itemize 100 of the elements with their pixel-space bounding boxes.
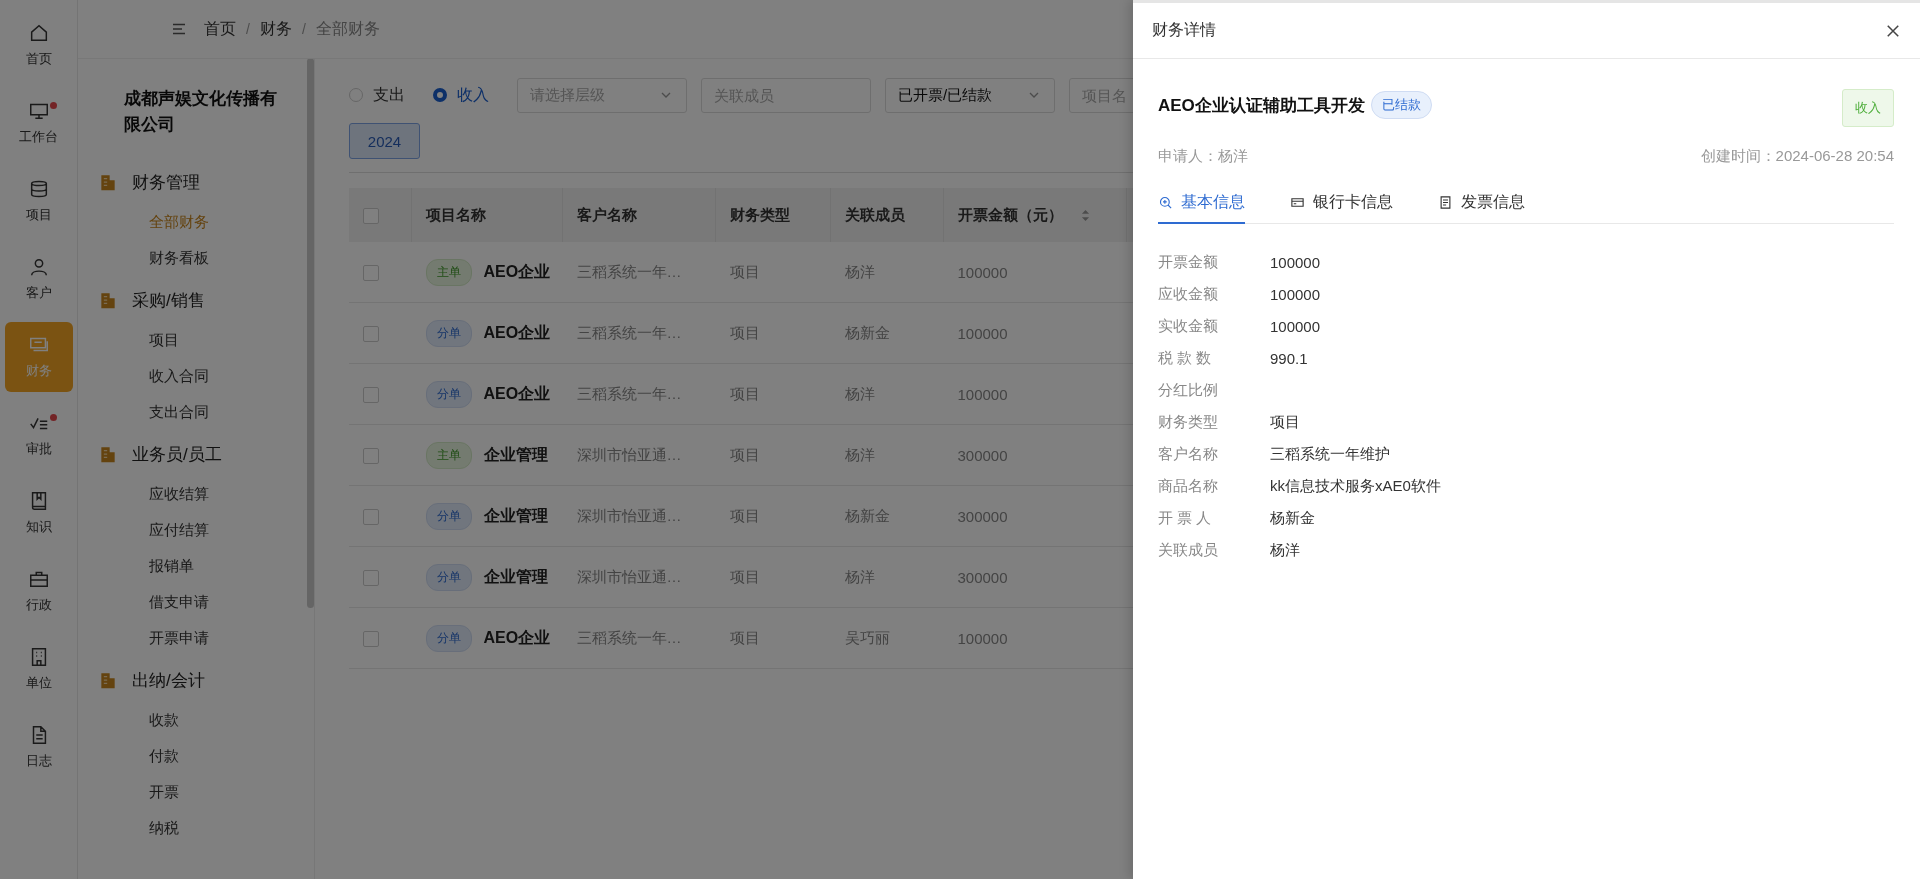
project-name[interactable]: 企业管理 <box>483 444 548 466</box>
project-name[interactable]: AEO企业 <box>483 261 551 283</box>
sidebar-item[interactable]: 应付结算 <box>149 512 209 548</box>
sidebar-item[interactable]: 财务看板 <box>149 240 209 276</box>
sidebar-item[interactable]: 付款 <box>149 738 179 774</box>
row-checkbox[interactable] <box>363 326 379 342</box>
sidebar-item[interactable]: 全部财务 <box>149 204 209 240</box>
rail-nav-item[interactable]: 工作台 <box>4 88 73 158</box>
sidebar-item[interactable]: 应收结算 <box>149 476 209 512</box>
project-name[interactable]: AEO企业 <box>483 627 551 649</box>
rail-nav-item[interactable]: 日志 <box>4 712 73 782</box>
rail-nav-item[interactable]: 审批 <box>4 400 73 470</box>
sidebar-item[interactable]: 项目 <box>149 322 179 358</box>
field-label: 商品名称 <box>1158 476 1219 496</box>
table-cell: 300000 <box>957 507 1008 525</box>
project-title: AEO企业认证辅助工具开发 <box>1158 94 1365 117</box>
field-label: 开票金额 <box>1158 252 1219 272</box>
detail-tab[interactable]: 发票信息 <box>1438 192 1525 224</box>
detail-tab[interactable]: 银行卡信息 <box>1290 192 1393 224</box>
drawer-title: 财务详情 <box>1152 20 1216 40</box>
row-checkbox[interactable] <box>363 448 379 464</box>
table-cell: 100000 <box>957 629 1008 647</box>
menu-group-title: 出纳/会计 <box>132 669 205 692</box>
order-tag: 分单 <box>425 563 472 591</box>
sidebar-item[interactable]: 收款 <box>149 702 179 738</box>
building-icon <box>98 172 118 192</box>
sidebar-item[interactable]: 借支申请 <box>149 584 209 620</box>
field-value: 990.1 <box>1270 349 1308 367</box>
menu-group-title: 采购/销售 <box>132 289 205 312</box>
breadcrumb-separator: / <box>246 21 250 37</box>
menu-group-title: 业务员/员工 <box>132 443 222 466</box>
detail-tab[interactable]: 基本信息 <box>1158 192 1245 224</box>
field-label: 财务类型 <box>1158 412 1219 432</box>
company-name: 成都声娱文化传播有限公司 <box>124 88 278 136</box>
row-checkbox[interactable] <box>363 387 379 403</box>
table-cell: 吴巧丽 <box>844 628 890 646</box>
field-value: kk信息技术服务xAE0软件 <box>1270 476 1441 496</box>
rail-nav-item[interactable]: 项目 <box>4 166 73 236</box>
project-name[interactable]: AEO企业 <box>483 383 551 405</box>
project-name[interactable]: 企业管理 <box>483 566 548 588</box>
applicant-text: 申请人：杨洋 <box>1158 147 1248 166</box>
table-cell: 项目 <box>729 262 760 280</box>
breadcrumb-separator: / <box>301 21 306 37</box>
sidebar-item[interactable]: 开票申请 <box>149 620 209 656</box>
field-value: 100000 <box>1270 253 1321 271</box>
radio-option[interactable]: 收入 <box>433 84 489 106</box>
breadcrumb-link[interactable]: 全部财务 <box>315 18 380 40</box>
row-checkbox[interactable] <box>363 509 379 525</box>
project-name[interactable]: 企业管理 <box>483 505 548 527</box>
column-header: 财务类型 <box>730 205 790 223</box>
field-label: 分红比例 <box>1158 380 1219 400</box>
row-checkbox[interactable] <box>363 631 379 647</box>
order-tag: 分单 <box>425 319 472 347</box>
table-cell: 项目 <box>729 628 760 646</box>
scrollbar[interactable] <box>307 58 314 608</box>
table-cell: 深圳市怡亚通… <box>576 445 682 463</box>
table-cell: 300000 <box>957 446 1008 464</box>
table-cell: 100000 <box>957 324 1008 342</box>
table-cell: 项目 <box>729 506 760 524</box>
radio-option[interactable]: 支出 <box>349 84 405 106</box>
column-header: 关联成员 <box>845 205 905 223</box>
sidebar-item[interactable]: 报销单 <box>149 548 194 584</box>
rail-nav-item[interactable]: 行政 <box>4 556 73 626</box>
table-cell: 项目 <box>729 384 760 402</box>
table-cell: 杨洋 <box>844 262 875 280</box>
field-value: 三稻系统一年维护 <box>1270 444 1390 464</box>
year-button[interactable]: 2024 <box>349 123 420 159</box>
table-cell: 杨洋 <box>844 567 875 585</box>
column-header: 客户名称 <box>577 205 637 223</box>
breadcrumb-link[interactable]: 财务 <box>259 18 292 40</box>
rail-nav-item[interactable]: 知识 <box>4 478 73 548</box>
order-tag: 主单 <box>425 258 472 286</box>
field-label: 关联成员 <box>1158 540 1219 560</box>
status-badge: 已结款 <box>1370 91 1432 119</box>
sidebar-item[interactable]: 开票 <box>149 774 179 810</box>
building-icon <box>98 290 118 310</box>
select-all-checkbox[interactable] <box>363 208 379 224</box>
document-icon <box>1438 195 1453 210</box>
row-checkbox[interactable] <box>363 570 379 586</box>
order-tag: 分单 <box>425 624 472 652</box>
field-value: 杨新金 <box>1270 508 1315 528</box>
sidebar-item[interactable]: 收入合同 <box>149 358 209 394</box>
table-cell: 300000 <box>957 568 1008 586</box>
building-icon <box>98 670 118 690</box>
rail-nav-item[interactable]: 客户 <box>4 244 73 314</box>
sort-icon[interactable] <box>1081 208 1091 222</box>
row-checkbox[interactable] <box>363 265 379 281</box>
column-header: 开票金额（元） <box>958 205 1063 223</box>
rail-nav-item[interactable]: 单位 <box>4 634 73 704</box>
table-cell: 杨新金 <box>844 506 890 524</box>
table-cell: 杨洋 <box>844 445 875 463</box>
building-icon <box>98 444 118 464</box>
field-value: 杨洋 <box>1270 540 1300 560</box>
breadcrumb-link[interactable]: 首页 <box>204 18 236 40</box>
status-select[interactable]: 已开票/已结款 <box>885 77 1055 113</box>
table-cell: 项目 <box>729 323 760 341</box>
sidebar-item[interactable]: 支出合同 <box>149 394 209 430</box>
sidebar-item[interactable]: 纳税 <box>149 810 179 846</box>
project-name[interactable]: AEO企业 <box>483 322 551 344</box>
rail-nav-item[interactable]: 首页 <box>4 10 73 80</box>
